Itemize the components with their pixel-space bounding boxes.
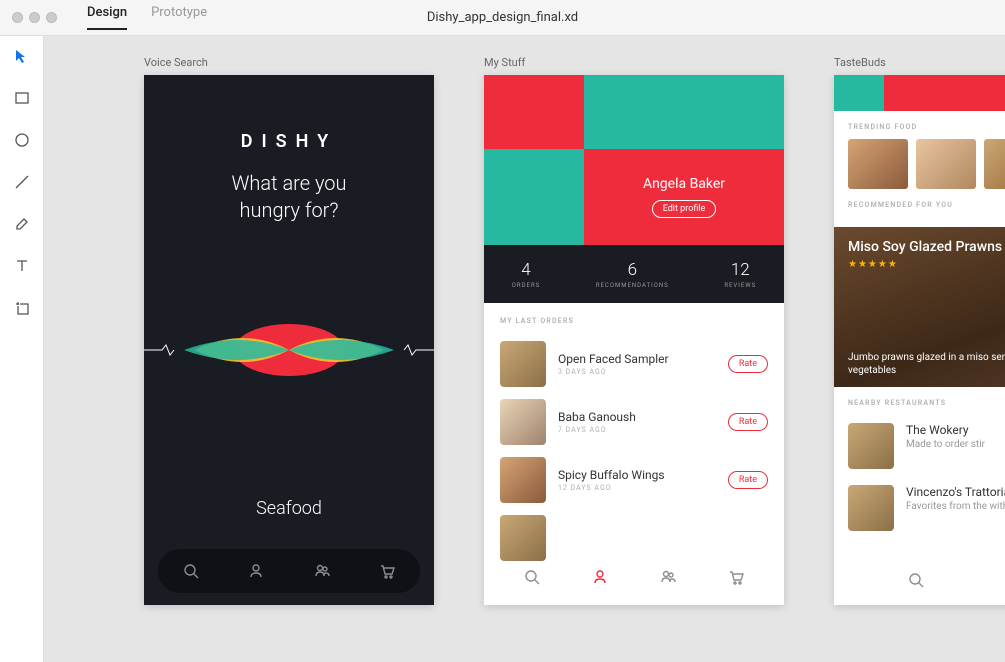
hero-title: Miso Soy Glazed Prawns [848, 239, 1005, 255]
rectangle-tool[interactable] [12, 88, 32, 108]
resto-desc: Favorites from the with a modern twist [906, 501, 1005, 512]
cart-icon[interactable] [379, 563, 395, 579]
order-thumb [500, 515, 546, 561]
profile-header-tiles: Angela Baker Edit profile [484, 75, 784, 245]
ellipse-tool[interactable] [12, 130, 32, 150]
pen-tool[interactable] [12, 214, 32, 234]
profile-stats: 4 ORDERS 6 RECOMMENDATIONS 12 REVIEWS [484, 245, 784, 303]
traffic-max[interactable] [46, 12, 57, 23]
prompt-line1: What are you [232, 171, 347, 195]
resto-desc: Made to order stir [906, 439, 985, 450]
stat-recommendations[interactable]: 6 RECOMMENDATIONS [596, 260, 669, 289]
section-last-orders: MY LAST ORDERS [484, 303, 784, 335]
order-row[interactable]: Spicy Buffalo Wings 12 DAYS AGO Rate [484, 451, 784, 509]
restaurant-row[interactable]: The Wokery Made to order stir [834, 415, 1005, 477]
mode-tabs: Design Prototype [87, 5, 207, 30]
app-brand: DISHY [144, 75, 434, 152]
bottom-nav [158, 549, 420, 593]
tab-design[interactable]: Design [87, 5, 127, 30]
edit-profile-button[interactable]: Edit profile [652, 200, 717, 218]
search-icon[interactable] [524, 569, 540, 585]
stat-value: 4 [512, 260, 540, 280]
prompt-line2: hungry for? [239, 198, 338, 222]
stat-value: 12 [724, 260, 756, 280]
app-topbar: Design Prototype Dishy_app_design_final.… [0, 0, 1005, 36]
resto-name: The Wokery [906, 423, 985, 437]
resto-thumb [848, 423, 894, 469]
select-tool[interactable] [12, 46, 32, 66]
tools-panel [0, 36, 44, 662]
order-thumb [500, 457, 546, 503]
cart-icon[interactable] [728, 569, 744, 585]
stat-label: RECOMMENDATIONS [596, 282, 669, 289]
profile-icon[interactable] [248, 563, 264, 579]
header-title: TasteBuds [884, 75, 1005, 111]
profile-icon[interactable] [592, 569, 608, 585]
section-trending: TRENDING FOOD [834, 111, 1005, 139]
artboard-voice-search[interactable]: DISHY What are you hungry for? Seafood [144, 75, 434, 605]
order-name: Open Faced Sampler [558, 352, 716, 366]
group-icon[interactable] [314, 563, 330, 579]
group-icon[interactable] [660, 569, 676, 585]
stat-label: ORDERS [512, 282, 540, 289]
stat-value: 6 [596, 260, 669, 280]
rate-button[interactable]: Rate [728, 413, 768, 431]
trending-thumb[interactable] [848, 139, 908, 189]
tab-prototype[interactable]: Prototype [151, 5, 207, 30]
line-tool[interactable] [12, 172, 32, 192]
bottom-nav [498, 557, 770, 597]
stat-orders[interactable]: 4 ORDERS [512, 260, 540, 289]
document-filename: Dishy_app_design_final.xd [427, 10, 578, 25]
restaurant-row[interactable]: Vincenzo's Trattoria Favorites from the w… [834, 477, 1005, 539]
recommended-hero[interactable]: Miso Soy Glazed Prawns ★★★★★ Jumbo prawn… [834, 227, 1005, 387]
order-time: 3 DAYS AGO [558, 368, 716, 376]
hero-rating: ★★★★★ [848, 259, 1005, 270]
resto-thumb [848, 485, 894, 531]
voice-waveform [144, 320, 434, 380]
order-name: Spicy Buffalo Wings [558, 468, 716, 482]
text-tool[interactable] [12, 256, 32, 276]
order-time: 7 DAYS AGO [558, 426, 716, 434]
artboard-label[interactable]: Voice Search [144, 56, 434, 69]
profile-username: Angela Baker [643, 176, 725, 192]
traffic-close[interactable] [12, 12, 23, 23]
trending-thumb[interactable] [984, 139, 1005, 189]
rate-button[interactable]: Rate [728, 355, 768, 373]
voice-prompt: What are you hungry for? [144, 170, 434, 224]
search-icon[interactable] [183, 563, 199, 579]
artboard-label[interactable]: TasteBuds [834, 56, 1005, 69]
search-icon[interactable] [908, 572, 924, 588]
window-controls[interactable] [12, 12, 57, 23]
trending-row [834, 139, 1005, 189]
trending-thumb[interactable] [916, 139, 976, 189]
header-accent [834, 75, 884, 111]
order-name: Baba Ganoush [558, 410, 716, 424]
artboard-my-stuff[interactable]: Angela Baker Edit profile 4 ORDERS 6 RECOM… [484, 75, 784, 605]
design-canvas[interactable]: Voice Search DISHY What are you hungry f… [44, 36, 1005, 662]
section-nearby: NEARBY RESTAURANTS [834, 387, 1005, 415]
order-thumb [500, 399, 546, 445]
traffic-min[interactable] [29, 12, 40, 23]
section-recommended: RECOMMENDED FOR YOU [834, 189, 1005, 217]
order-thumb [500, 341, 546, 387]
resto-name: Vincenzo's Trattoria [906, 485, 1005, 499]
header-bar: TasteBuds [834, 75, 1005, 111]
order-time: 12 DAYS AGO [558, 484, 716, 492]
stat-reviews[interactable]: 12 REVIEWS [724, 260, 756, 289]
artboard-label[interactable]: My Stuff [484, 56, 784, 69]
artboard-voice-search-wrap[interactable]: Voice Search DISHY What are you hungry f… [144, 56, 434, 605]
artboard-my-stuff-wrap[interactable]: My Stuff Angela Baker Edit profile 4 ORDE… [484, 56, 784, 605]
voice-result: Seafood [144, 498, 434, 519]
artboard-tool[interactable] [12, 298, 32, 318]
order-row[interactable]: Baba Ganoush 7 DAYS AGO Rate [484, 393, 784, 451]
order-row[interactable]: Open Faced Sampler 3 DAYS AGO Rate [484, 335, 784, 393]
rate-button[interactable]: Rate [728, 471, 768, 489]
stat-label: REVIEWS [724, 282, 756, 289]
bottom-nav [848, 561, 1005, 599]
hero-desc: Jumbo prawns glazed in a miso served wit… [848, 351, 1005, 377]
artboard-tastebuds-wrap[interactable]: TasteBuds TasteBuds TRENDING FOOD RECOMM… [834, 56, 1005, 605]
artboard-tastebuds[interactable]: TasteBuds TRENDING FOOD RECOMMENDED FOR … [834, 75, 1005, 605]
